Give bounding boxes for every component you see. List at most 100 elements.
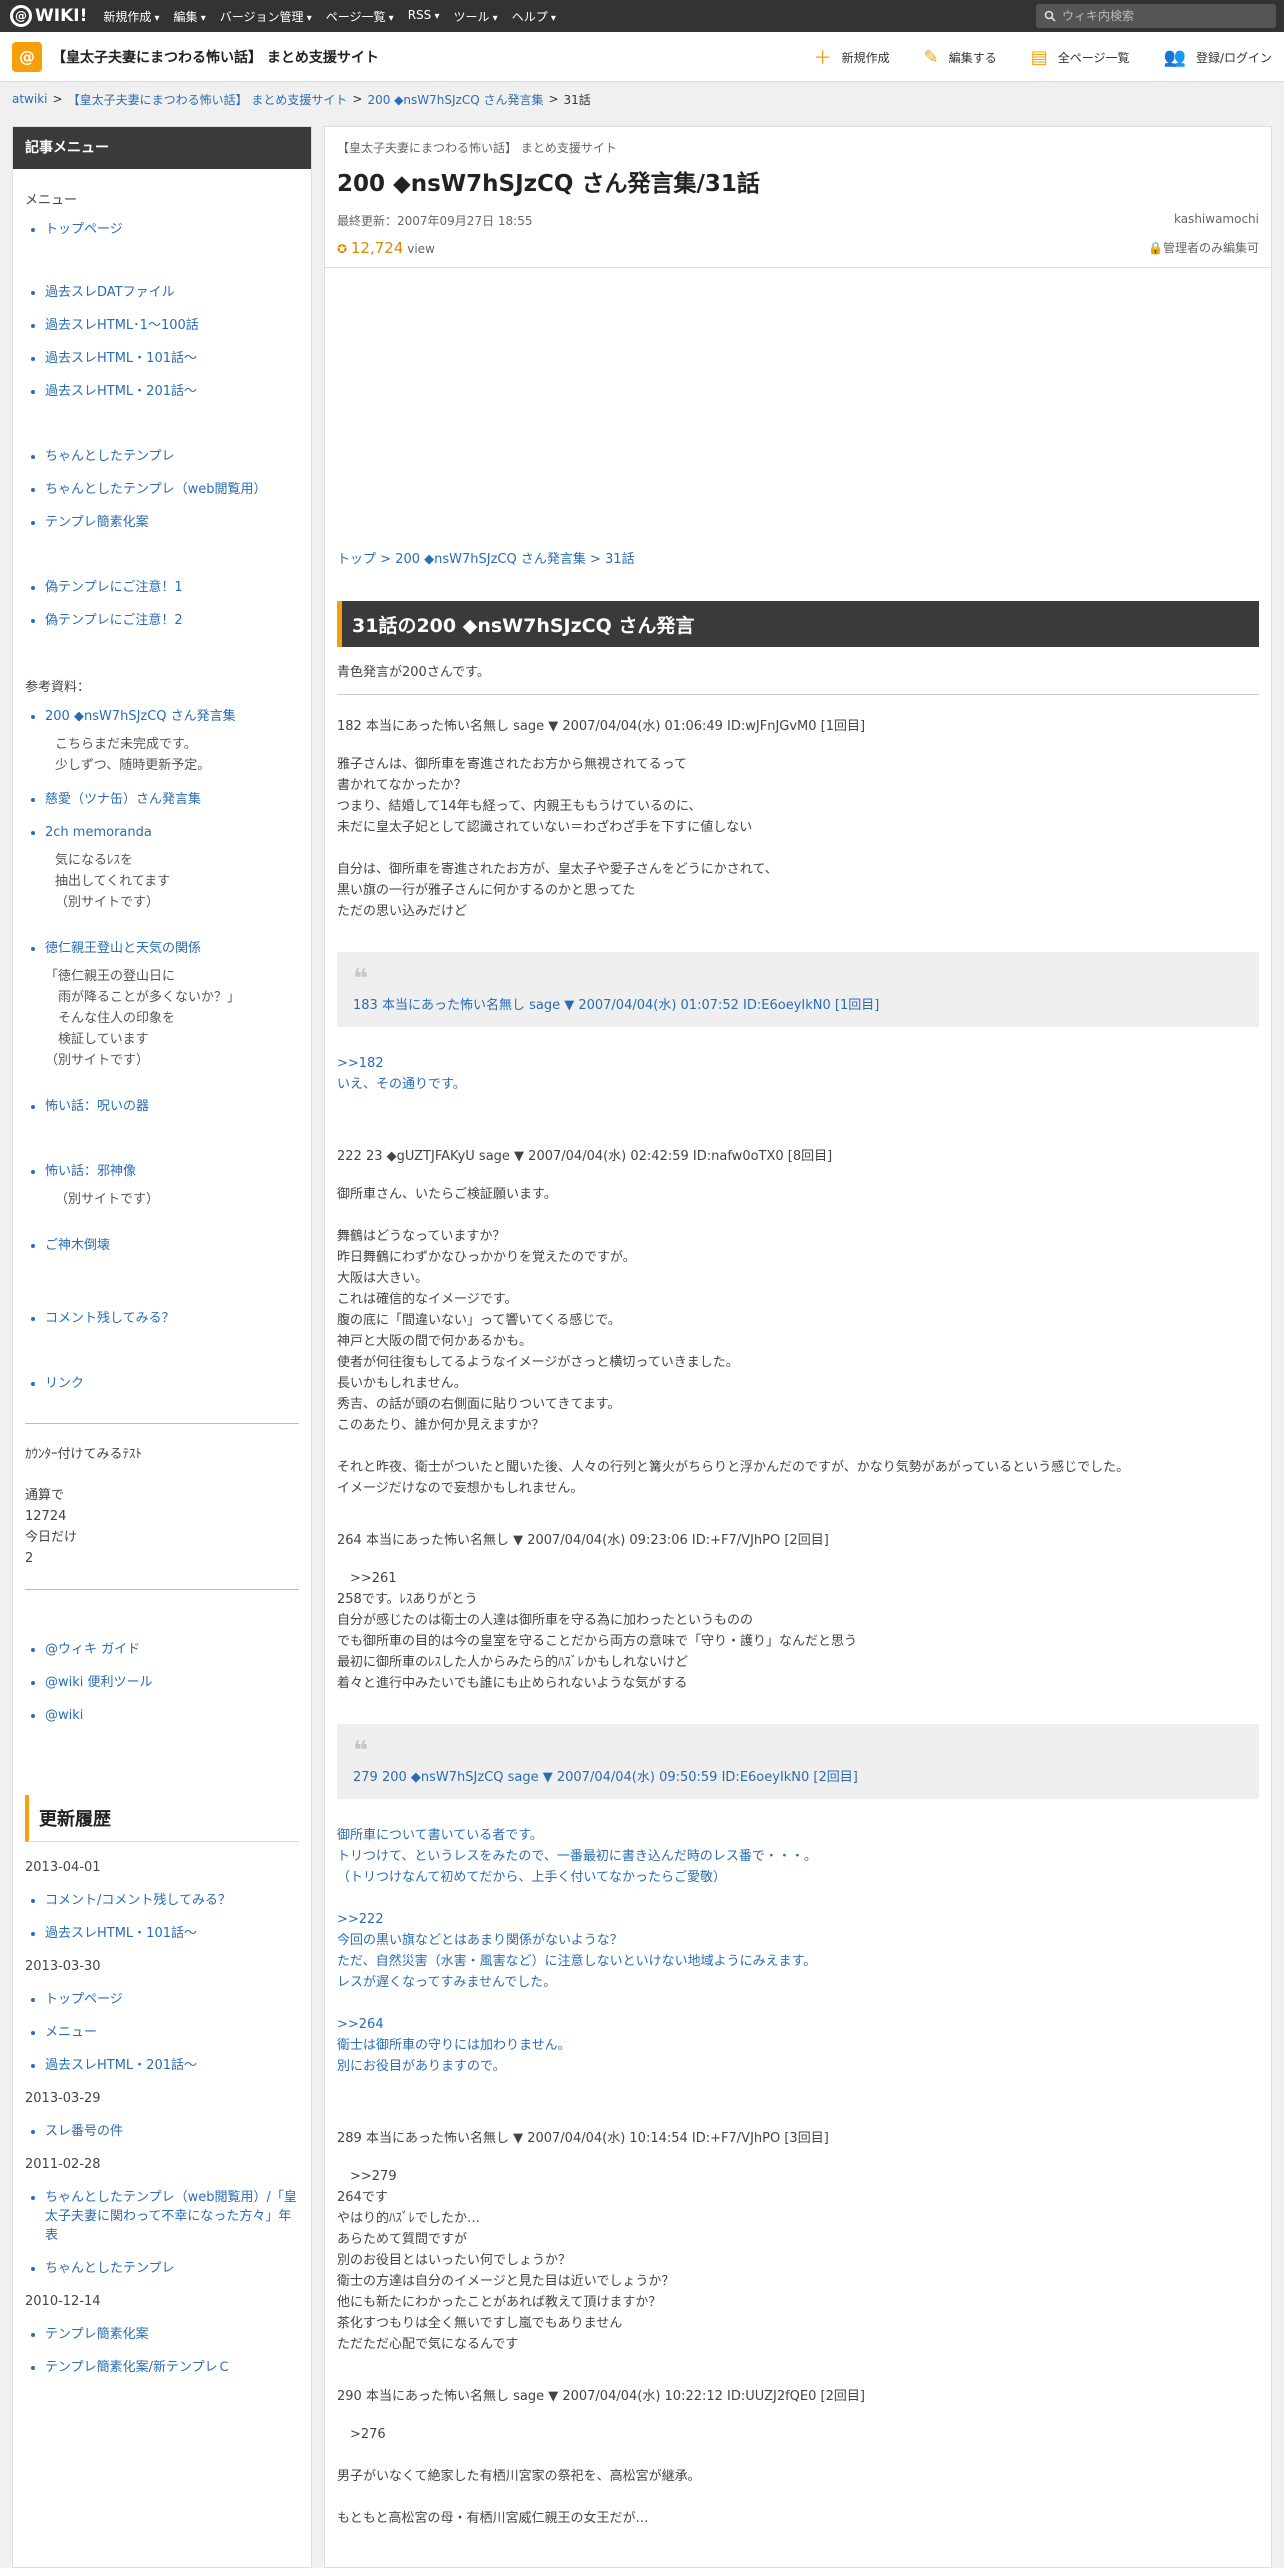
page-site-label: 【皇太子夫妻にまつわる怖い話】 まとめ支援サイト [337, 141, 617, 155]
recent-list: スレ番号の件 [25, 2122, 299, 2141]
sidebar-item-top[interactable]: トップページ [45, 220, 299, 239]
sidebar-item-ref3[interactable]: 2ch memoranda [45, 823, 299, 842]
crumb-collection[interactable]: 200 ◆nsW7hSJzCQ さん発言集 [395, 552, 586, 567]
all-pages-button[interactable]: ▤ 全ページ一覧 [1031, 47, 1130, 68]
search-icon [1044, 10, 1056, 22]
page-stats: ✪ 12,724 view 🔒管理者のみ編集可 [325, 239, 1271, 268]
author: kashiwamochi [1173, 212, 1259, 226]
sidebar-item-tools[interactable]: @wiki 便利ツール [45, 1673, 299, 1692]
recent-item[interactable]: コメント/コメント残してみる？ [45, 1891, 299, 1910]
recent-list: ちゃんとしたテンプレ（web閲覧用）/「皇太子夫妻に関わって不幸になった方々」年… [25, 2188, 299, 2278]
post-body: >276 男子がいなくて絶家した有栖川宮家の祭祀を、高松宮が継承。 もともと高松… [337, 2427, 701, 2526]
site-header: @ 【皇太子夫妻にまつわる怖い話】 まとめ支援サイト ＋ 新規作成 ✎ 編集する ▤… [0, 32, 1284, 82]
recent-item[interactable]: メニュー [45, 2023, 299, 2042]
view-count-value: 12,724 [350, 239, 404, 257]
ad-space [337, 268, 1259, 548]
edit-button[interactable]: ✎ 編集する [924, 47, 997, 68]
counter-today-label: 今日だけ [25, 1530, 78, 1545]
reference-list-7: コメント残してみる？ [25, 1309, 299, 1328]
sidebar-item-ref2[interactable]: 慈愛（ツナ缶）さん発言集 [45, 790, 299, 809]
counter-total-label: 通算で [25, 1488, 65, 1503]
breadcrumb-sep: > [52, 92, 63, 106]
recent-date: 2013-03-30 [25, 1959, 101, 1974]
sidebar-item-fake1[interactable]: 偽テンプレにご注意！1 [45, 578, 299, 597]
recent-list: コメント/コメント残してみる？ 過去スレHTML・101話～ [25, 1891, 299, 1943]
nav-new[interactable]: 新規作成 [103, 8, 159, 25]
sidebar-item-atwiki[interactable]: @wiki [45, 1706, 299, 1725]
post: 289 本当にあった怖い名無し ▼ 2007/04/04(水) 10:14:54… [337, 2127, 1259, 2355]
sidebar-item-ref6[interactable]: 怖い話：邪神像 [45, 1162, 299, 1181]
post-header: 290 本当にあった怖い名無し sage ▼ 2007/04/04(水) 10:… [337, 2389, 865, 2404]
users-icon: 👥 [1163, 46, 1186, 68]
nav-version[interactable]: バージョン管理 [220, 8, 312, 25]
post-header: 264 本当にあった怖い名無し ▼ 2007/04/04(水) 09:23:06… [337, 1533, 829, 1548]
sidebar-body: メニュー トップページ 過去スレDATファイル 過去スレHTML･1～100話 … [13, 169, 311, 2405]
breadcrumb-collection[interactable]: 200 ◆nsW7hSJzCQ さん発言集 [367, 91, 543, 108]
nav-edit[interactable]: 編集 [174, 8, 206, 25]
search-input[interactable] [1062, 9, 1262, 23]
sidebar-item-html1[interactable]: 過去スレHTML･1～100話 [45, 316, 299, 335]
logo-text: WIKI! [35, 6, 88, 26]
sidebar-item-template-web[interactable]: ちゃんとしたテンプレ（web閲覧用） [45, 480, 299, 499]
sidebar-item-ref5[interactable]: 怖い話：呪いの器 [45, 1097, 299, 1116]
top-nav-menu: 新規作成 編集 バージョン管理 ページ一覧 RSS ツール ヘルプ [103, 8, 556, 25]
sidebar-item-html101[interactable]: 過去スレHTML・101話～ [45, 349, 299, 368]
sidebar-title: 記事メニュー [13, 127, 311, 169]
crumb-current[interactable]: 31話 [605, 552, 635, 567]
recent-item[interactable]: 過去スレHTML・201話～ [45, 2056, 299, 2075]
nav-tools[interactable]: ツール [453, 8, 497, 25]
recent-item[interactable]: トップページ [45, 1990, 299, 2009]
sidebar-item-template[interactable]: ちゃんとしたテンプレ [45, 447, 299, 466]
lock-icon: 🔒 [1148, 241, 1163, 255]
sidebar-item-link[interactable]: リンク [45, 1374, 299, 1393]
recent-list: トップページ メニュー 過去スレHTML・201話～ [25, 1990, 299, 2075]
sidebar-item-ref1[interactable]: 200 ◆nsW7hSJzCQ さん発言集 [45, 707, 299, 726]
new-page-button[interactable]: ＋ 新規作成 [814, 44, 890, 70]
recent-item[interactable]: テンプレ簡素化案/新テンプレＣ [45, 2358, 299, 2377]
breadcrumb-atwiki[interactable]: atwiki [12, 92, 48, 106]
nav-rss[interactable]: RSS [408, 8, 440, 25]
intro-text: 青色発言が200さんです。 [337, 665, 490, 680]
breadcrumb-current: 31話 [563, 92, 591, 107]
breadcrumb-site[interactable]: 【皇太子夫妻にまつわる怖い話】 まとめ支援サイト [68, 91, 348, 108]
sidebar-item-fake2[interactable]: 偽テンプレにご注意！2 [45, 611, 299, 630]
document-icon: ▤ [1030, 46, 1048, 68]
recent-item[interactable]: テンプレ簡素化案 [45, 2325, 299, 2344]
recent-item[interactable]: ちゃんとしたテンプレ（web閲覧用）/「皇太子夫妻に関わって不幸になった方々」年… [45, 2188, 299, 2245]
sidebar-item-html201[interactable]: 過去スレHTML・201話～ [45, 382, 299, 401]
post: 182 本当にあった怖い名無し sage ▼ 2007/04/04(水) 01:… [337, 715, 1259, 922]
new-page-label: 新規作成 [841, 50, 890, 65]
nav-help[interactable]: ヘルプ [512, 8, 556, 25]
nav-pages[interactable]: ページ一覧 [326, 8, 394, 25]
post-body: 雅子さんは、御所車を寄進されたお方から無視されてるって 書かれてなかったか？ つ… [337, 757, 778, 919]
sidebar-item-ref7[interactable]: ご神木倒壊 [45, 1236, 299, 1255]
post-body: >>261 258です。ﾚｽありがとう 自分が感じたのは衛士の人達は御所車を守る… [337, 1571, 858, 1691]
site-title[interactable]: 【皇太子夫妻にまつわる怖い話】 まとめ支援サイト [52, 47, 379, 67]
divider [337, 694, 1259, 695]
crumb-top[interactable]: トップ [337, 552, 376, 567]
post-header: 222 23 ◆gUZTJFAKyU sage ▼ 2007/04/04(水) … [337, 1149, 833, 1164]
sidebar-item-dat[interactable]: 過去スレDATファイル [45, 283, 299, 302]
pencil-icon: ✎ [923, 46, 939, 68]
ref6-note: （別サイトです） [55, 1192, 160, 1207]
sidebar-item-comment[interactable]: コメント残してみる？ [45, 1309, 299, 1328]
login-button[interactable]: 👥 登録/ログイン [1164, 47, 1272, 68]
menu-group-archive: 過去スレDATファイル 過去スレHTML･1～100話 過去スレHTML・101… [25, 283, 299, 401]
menu-label: メニュー [25, 193, 78, 208]
sidebar-item-ref4[interactable]: 徳仁親王登山と天気の関係 [45, 939, 299, 958]
page-meta: 最終更新：2007年09月27日 18:55 kashiwamochi [337, 212, 1259, 229]
search-box [1036, 4, 1276, 28]
site-logo-icon[interactable]: @ [12, 41, 42, 72]
sidebar: 記事メニュー メニュー トップページ 過去スレDATファイル 過去スレHTML･… [12, 126, 312, 2568]
ref4-note: 「徳仁親王の登山日に 雨が降ることが多くないか？」 そんな住人の印象を 検証して… [45, 969, 241, 1068]
recent-item[interactable]: 過去スレHTML・101話～ [45, 1924, 299, 1943]
menu-group-template: ちゃんとしたテンプレ ちゃんとしたテンプレ（web閲覧用） テンプレ簡素化案 [25, 447, 299, 532]
recent-date: 2013-04-01 [25, 1860, 101, 1875]
quote-header: 279 200 ◆nsW7hSJzCQ sage ▼ 2007/04/04(水)… [353, 1770, 858, 1785]
sidebar-item-guide[interactable]: @ウィキ ガイド [45, 1640, 299, 1659]
recent-list: テンプレ簡素化案 テンプレ簡素化案/新テンプレＣ [25, 2325, 299, 2377]
recent-item[interactable]: ちゃんとしたテンプレ [45, 2259, 299, 2278]
atwiki-logo[interactable]: @ WIKI! [10, 5, 87, 27]
sidebar-item-template-simple[interactable]: テンプレ簡素化案 [45, 513, 299, 532]
recent-item[interactable]: スレ番号の件 [45, 2122, 299, 2141]
